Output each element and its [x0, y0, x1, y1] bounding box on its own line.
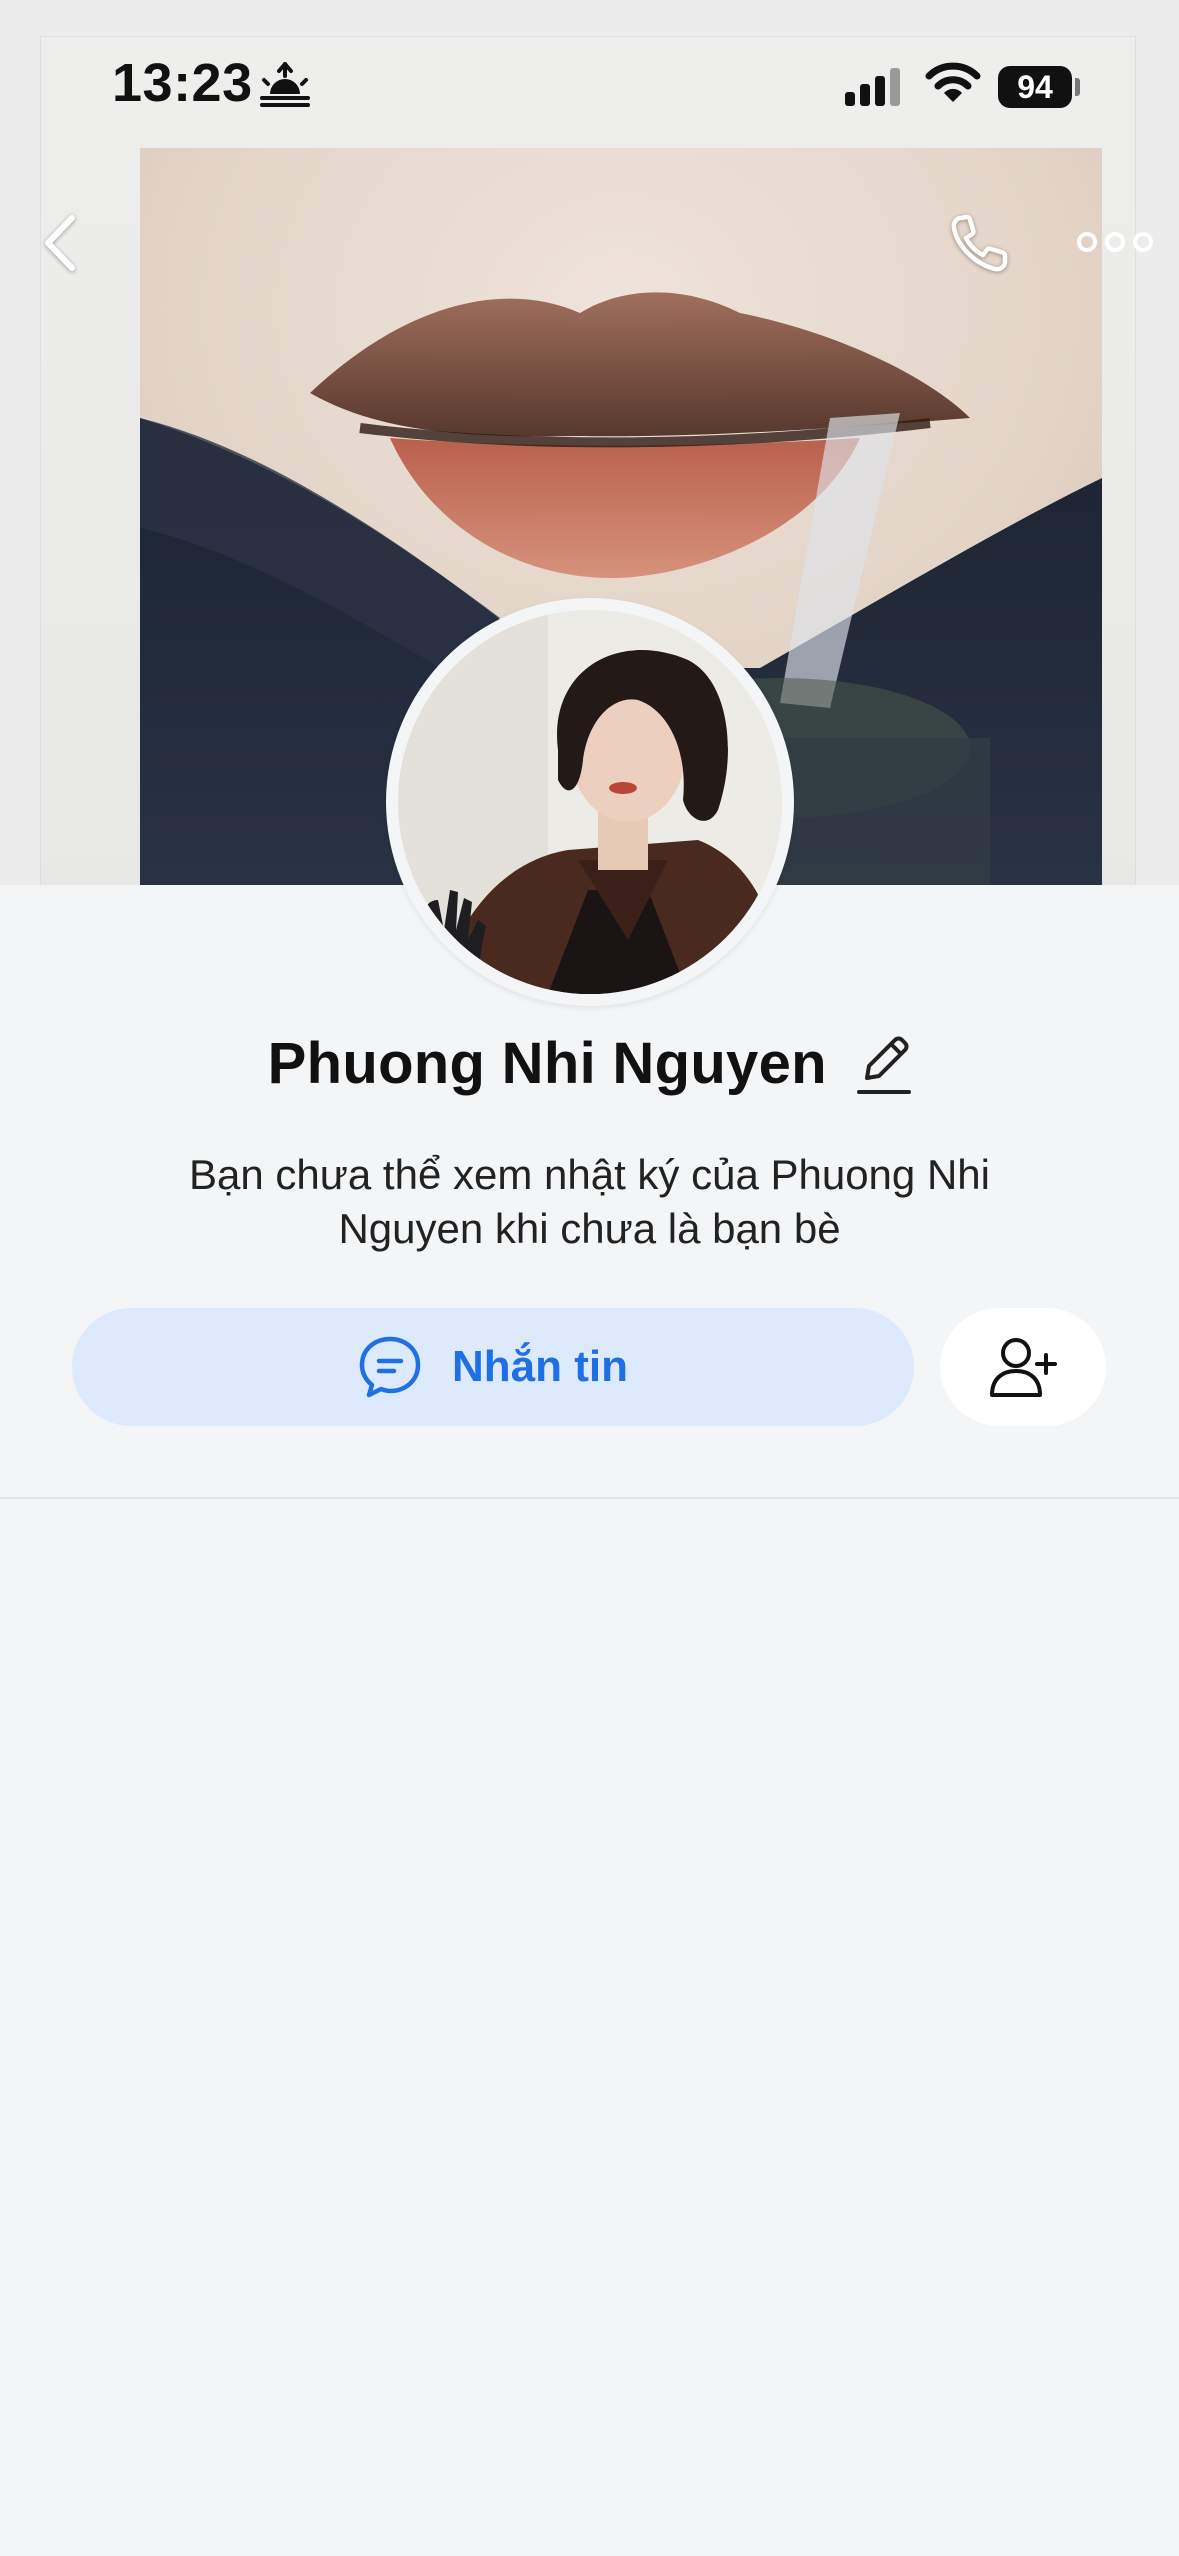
battery-icon: 94 — [998, 66, 1072, 108]
profile-name: Phuong Nhi Nguyen — [267, 1031, 827, 1096]
cellular-signal-icon — [845, 68, 900, 106]
avatar-image — [398, 610, 782, 994]
sunrise-icon — [260, 62, 310, 107]
pencil-icon — [857, 1036, 912, 1094]
edit-name-button[interactable] — [855, 1032, 912, 1096]
avatar[interactable] — [386, 598, 794, 1006]
battery-tip — [1075, 78, 1080, 96]
profile-page: 13:23 94 Phuong Nhi Nguyen Bạn chưa thể … — [0, 0, 1179, 2556]
add-user-icon — [990, 1338, 1057, 1397]
chat-bubble-icon — [359, 1336, 421, 1398]
status-bar: 13:23 94 — [0, 0, 1179, 150]
profile-name-row: Phuong Nhi Nguyen — [0, 1030, 1179, 1110]
status-time: 13:23 — [112, 53, 253, 113]
back-button[interactable] — [36, 208, 86, 278]
privacy-note: Bạn chưa thể xem nhật ký của Phuong Nhi … — [189, 1151, 990, 1252]
wifi-icon — [925, 62, 981, 102]
add-friend-button[interactable] — [940, 1308, 1106, 1426]
call-button[interactable] — [945, 208, 1015, 278]
phone-icon — [951, 214, 1008, 272]
message-button-label: Nhắn tin — [452, 1342, 628, 1391]
more-dots-icon — [1077, 232, 1153, 252]
more-options-button[interactable] — [1075, 222, 1155, 262]
empty-content-area — [0, 1499, 1179, 2556]
message-button[interactable]: Nhắn tin — [72, 1308, 914, 1426]
back-chevron-icon — [45, 215, 75, 271]
